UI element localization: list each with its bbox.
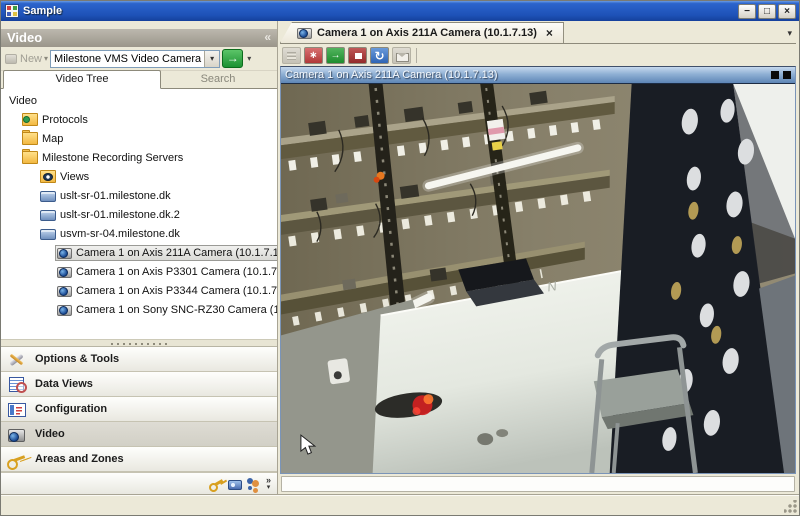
accordion-options-tools[interactable]: Options & Tools (1, 347, 277, 372)
tree-item-camera-sony-rz30[interactable]: Camera 1 on Sony SNC-RZ30 Camera (10.1.2… (1, 300, 277, 319)
folder-icon (22, 132, 38, 145)
panel-title: Video (7, 29, 42, 47)
tree-item-server-1[interactable]: uslt-sr-01.milestone.dk (1, 186, 277, 205)
device-type-value: Milestone VMS Video Camera (51, 53, 204, 65)
folder-icon (22, 151, 38, 164)
tools-icon (7, 351, 27, 368)
protocols-folder-icon (22, 113, 38, 126)
combobox-dropdown-icon[interactable]: ▾ (204, 51, 219, 67)
tree-item-server-3[interactable]: usvm-sr-04.milestone.dk (1, 224, 277, 243)
tree-item-recording-servers[interactable]: Milestone Recording Servers (1, 148, 277, 167)
tab-search[interactable]: Search (161, 71, 275, 88)
status-bar (1, 494, 799, 515)
new-item-icon (5, 54, 17, 64)
indicator-square-icon (771, 71, 779, 79)
gray-envelope-icon (392, 47, 411, 64)
camera-viewport-title: Camera 1 on Axis 211A Camera (10.1.7.13) (285, 69, 767, 81)
new-button[interactable]: New (5, 53, 42, 65)
new-dropdown-caret-icon[interactable]: ▾ (44, 54, 48, 63)
accordion-configuration[interactable]: Configuration (1, 397, 277, 422)
tab-video-tree[interactable]: Video Tree (3, 70, 161, 89)
server-icon (40, 191, 56, 202)
window-title: Sample (23, 5, 736, 17)
video-camera-icon (7, 426, 27, 443)
properties-disabled-icon (282, 47, 301, 64)
views-folder-icon (40, 170, 56, 183)
document-tab-label: Camera 1 on Axis 211A Camera (10.1.7.13) (317, 27, 537, 39)
collapse-panel-icon[interactable]: « (264, 29, 271, 47)
splitter-handle[interactable] (1, 339, 277, 347)
camera-video-frame[interactable]: N (281, 84, 795, 473)
tree-item-camera-axis-p3344[interactable]: Camera 1 on Axis P3344 Camera (10.1.7.85… (1, 281, 277, 300)
minimize-button[interactable]: − (738, 4, 756, 19)
chevron-right-icon: » (266, 477, 271, 484)
panel-header: Video « (1, 29, 277, 47)
app-icon (5, 4, 19, 18)
close-tab-icon[interactable]: × (546, 26, 553, 40)
device-type-combobox[interactable]: Milestone VMS Video Camera ▾ (50, 50, 220, 68)
accordion-overflow-bar: » ▾ (1, 472, 277, 494)
key-icon[interactable] (209, 477, 223, 490)
configuration-icon (7, 401, 27, 418)
users-icon[interactable] (247, 477, 261, 490)
title-bar[interactable]: Sample − □ × (1, 1, 799, 21)
tree-item-root[interactable]: Video (1, 91, 277, 110)
navigation-panel: Video « New ▾ Milestone VMS Video Camera… (1, 21, 278, 494)
key-icon (7, 451, 27, 468)
left-toolbar: New ▾ Milestone VMS Video Camera ▾ → ▾ (1, 47, 277, 71)
tree-item-views[interactable]: Views (1, 167, 277, 186)
camera-device-icon[interactable] (228, 480, 242, 490)
camera-viewport: Camera 1 on Axis 211A Camera (10.1.7.13) (280, 66, 796, 474)
camera-viewport-header[interactable]: Camera 1 on Axis 211A Camera (10.1.7.13) (281, 67, 795, 84)
maximize-button[interactable]: □ (758, 4, 776, 19)
camera-icon (297, 28, 312, 39)
overflow-menu-button[interactable]: » ▾ (266, 477, 271, 491)
camera-icon (57, 286, 72, 297)
document-tabbar: Camera 1 on Axis 211A Camera (10.1.7.13)… (280, 23, 796, 44)
indicator-square-icon (783, 71, 791, 79)
green-start-arrow-icon[interactable]: → (326, 47, 345, 64)
caret-down-icon: ▾ (267, 484, 271, 491)
server-icon (40, 210, 56, 221)
camera-toolbar: ∗ → ↻ (280, 44, 796, 66)
tree-item-camera-axis-p3301[interactable]: Camera 1 on Axis P3301 Camera (10.1.7.72… (1, 262, 277, 281)
server-icon (40, 229, 56, 240)
video-tree: Video Protocols Map Milestone Recording … (1, 89, 277, 339)
toolbar-separator (416, 48, 417, 63)
blue-refresh-icon[interactable]: ↻ (370, 47, 389, 64)
tab-list-caret-icon[interactable]: ▾ (787, 28, 796, 43)
resize-grip-icon[interactable] (784, 500, 797, 513)
red-burst-icon[interactable]: ∗ (304, 47, 323, 64)
go-dropdown-caret-icon[interactable]: ▾ (247, 54, 251, 63)
document-area: Camera 1 on Axis 211A Camera (10.1.7.13)… (278, 21, 799, 494)
camera-document-tab[interactable]: Camera 1 on Axis 211A Camera (10.1.7.13)… (280, 22, 564, 43)
timeline-strip (281, 476, 795, 492)
tree-item-camera-axis-211a[interactable]: Camera 1 on Axis 211A Camera (10.1.7.13) (1, 243, 277, 262)
red-stop-icon[interactable] (348, 47, 367, 64)
accordion-video[interactable]: Video (1, 422, 277, 447)
navigation-accordion: Options & Tools Data Views Configuration… (1, 347, 277, 472)
tree-item-protocols[interactable]: Protocols (1, 110, 277, 129)
close-button[interactable]: × (778, 4, 796, 19)
app-window: Sample − □ × Video « New ▾ Milestone VMS… (0, 0, 800, 516)
accordion-data-views[interactable]: Data Views (1, 372, 277, 397)
accordion-areas-zones[interactable]: Areas and Zones (1, 447, 277, 472)
left-tabbar: Video Tree Search (1, 71, 277, 89)
camera-icon (57, 305, 72, 316)
go-button[interactable]: → (222, 49, 243, 68)
tree-item-server-2[interactable]: uslt-sr-01.milestone.dk.2 (1, 205, 277, 224)
camera-icon (57, 267, 72, 278)
tree-item-map[interactable]: Map (1, 129, 277, 148)
camera-icon (57, 248, 72, 259)
data-views-icon (7, 376, 27, 393)
